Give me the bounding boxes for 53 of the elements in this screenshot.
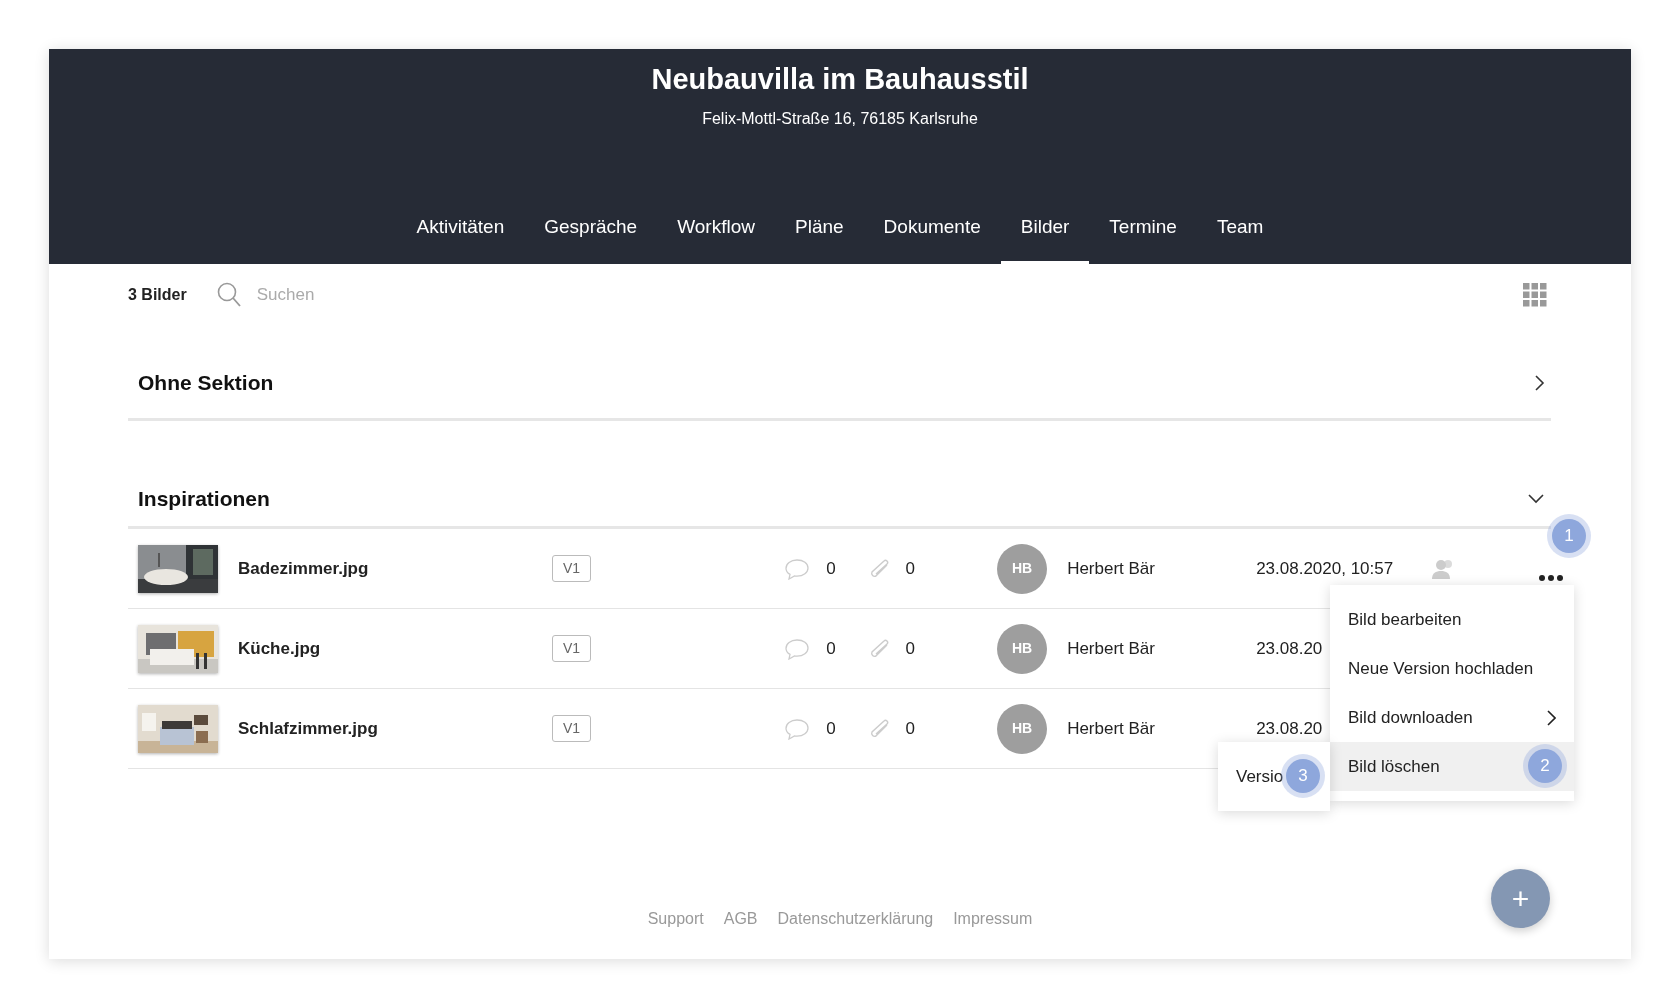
nav-tab[interactable]: Gespräche	[524, 200, 658, 264]
file-name[interactable]: Schlafzimmer.jpg	[238, 715, 552, 742]
section-header[interactable]: Inspirationen	[128, 421, 1551, 529]
chevron-right-icon	[1546, 709, 1556, 726]
attachment-count: 0	[905, 637, 916, 660]
nav-tab[interactable]: Termine	[1089, 200, 1197, 264]
grid-view-icon[interactable]	[1523, 283, 1547, 307]
section-title: Inspirationen	[138, 485, 270, 512]
step-marker: 3	[1286, 759, 1320, 793]
version-badge: V1	[552, 555, 592, 582]
file-name[interactable]: Badezimmer.jpg	[238, 555, 552, 582]
nav-tab[interactable]: Bilder	[1000, 200, 1090, 264]
comment-count: 0	[826, 557, 836, 580]
upload-date: 23.08.20	[1256, 637, 1323, 660]
project-title: Neubauvilla im Bauhausstil	[651, 62, 1029, 97]
attachment-count: 0	[905, 557, 916, 580]
author-name: Herbert Bär	[1067, 557, 1156, 580]
user-avatar: HB	[997, 703, 1048, 754]
step-marker: 1	[1552, 519, 1586, 553]
project-address: Felix-Mottl-Straße 16, 76185 Karlsruhe	[702, 108, 978, 129]
nav-tab[interactable]: Workflow	[657, 200, 775, 264]
more-icon	[1538, 573, 1564, 582]
author-name: Herbert Bär	[1067, 637, 1156, 660]
menu-item[interactable]: Bild bearbeiten	[1330, 595, 1574, 644]
user-avatar: HB	[997, 543, 1048, 594]
comment-icon	[784, 717, 811, 740]
section-header[interactable]: Ohne Sektion	[128, 326, 1551, 421]
file-name[interactable]: Küche.jpg	[238, 635, 552, 662]
comment-count: 0	[826, 637, 836, 660]
version-badge: V1	[552, 715, 592, 742]
attachment-count: 0	[905, 717, 916, 740]
author-name: Herbert Bär	[1067, 717, 1156, 740]
section-title: Ohne Sektion	[138, 370, 274, 397]
menu-item[interactable]: Bild downloaden	[1330, 693, 1574, 742]
step-marker: 2	[1528, 749, 1562, 783]
nav-tab[interactable]: Team	[1196, 200, 1284, 264]
menu-item[interactable]: Neue Version hochladen	[1330, 644, 1574, 693]
menu-item[interactable]: Bild löschen 2	[1330, 742, 1574, 791]
chevron-down-icon	[1527, 493, 1545, 504]
comment-icon	[784, 637, 811, 660]
user-avatar: HB	[997, 623, 1048, 674]
chevron-right-icon	[1534, 374, 1545, 392]
nav-tab[interactable]: Pläne	[775, 200, 864, 264]
image-count: 3 Bilder	[128, 285, 187, 305]
upload-date: 23.08.2020, 10:57	[1256, 557, 1394, 580]
version-badge: V1	[552, 635, 592, 662]
upload-date: 23.08.20	[1256, 717, 1323, 740]
comment-count: 0	[826, 717, 836, 740]
search-icon	[216, 282, 241, 308]
menu-item[interactable]: Versio 3	[1218, 752, 1330, 801]
nav-tab[interactable]: Aktivitäten	[396, 200, 525, 264]
nav-tab[interactable]: Dokumente	[863, 200, 1001, 264]
comment-icon	[784, 557, 811, 580]
